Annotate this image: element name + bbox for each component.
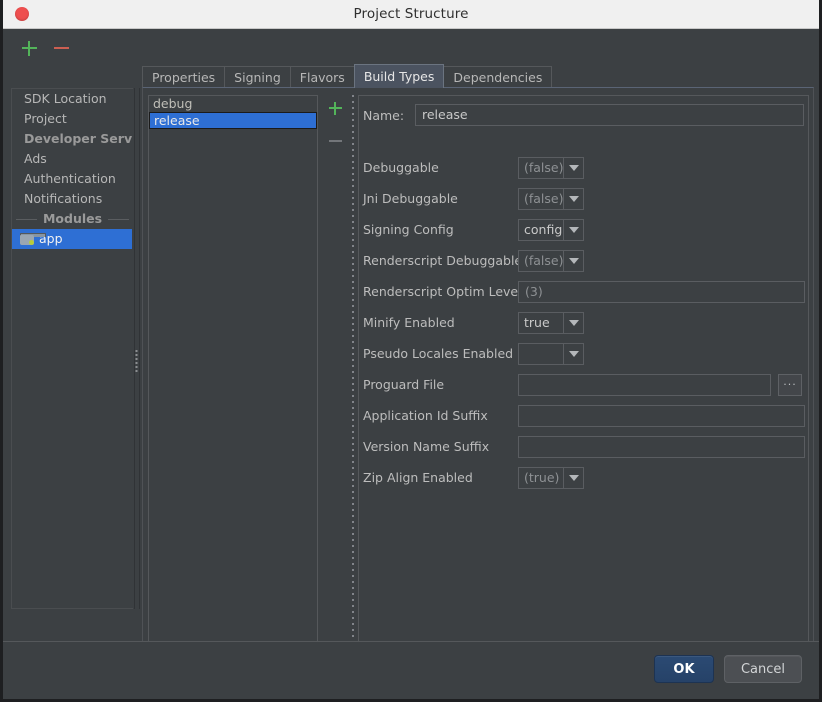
- chevron-down-icon[interactable]: [563, 466, 584, 489]
- field-label: Proguard File: [363, 377, 445, 392]
- window-title: Project Structure: [353, 6, 469, 22]
- version-name-suffix-input[interactable]: [518, 435, 805, 458]
- chevron-down-icon[interactable]: [563, 249, 584, 272]
- folder-icon: [20, 233, 46, 245]
- project-structure-dialog: Project Structure SDK Location Project D…: [0, 0, 822, 702]
- field-renderscript-debuggable: Renderscript Debuggable (false): [359, 245, 808, 276]
- plus-icon: [21, 40, 37, 56]
- panel-splitter[interactable]: [349, 95, 357, 643]
- name-label: Name:: [363, 107, 405, 123]
- sidebar-item-notifications[interactable]: Notifications: [12, 189, 133, 209]
- combo-value: (false): [518, 156, 563, 179]
- chevron-down-icon[interactable]: [563, 156, 584, 179]
- separator-line-left: [16, 218, 37, 220]
- build-type-form: Name: Debuggable (false) Jni Debug: [358, 95, 809, 643]
- field-version-name-suffix: Version Name Suffix: [359, 431, 808, 462]
- sidebar-item-sdk-location[interactable]: SDK Location: [12, 89, 133, 109]
- tab-flavors[interactable]: Flavors: [289, 66, 355, 88]
- list-item-release[interactable]: release: [149, 112, 317, 129]
- build-types-list-toolbar: [323, 98, 347, 151]
- separator-line-right: [108, 218, 130, 220]
- sidebar-item-project[interactable]: Project: [12, 109, 133, 129]
- ok-button[interactable]: OK: [653, 655, 714, 683]
- field-proguard-file: Proguard File ...: [359, 369, 808, 400]
- field-label: Signing Config: [363, 222, 454, 237]
- dialog-body: SDK Location Project Developer Servic...…: [3, 29, 819, 651]
- field-label: Version Name Suffix: [363, 439, 490, 454]
- chevron-down-icon[interactable]: [563, 187, 584, 210]
- minus-icon: [53, 46, 69, 50]
- jni-debuggable-combobox[interactable]: (false): [518, 187, 584, 210]
- tab-signing[interactable]: Signing: [224, 66, 291, 88]
- build-types-list[interactable]: debug release: [148, 95, 318, 643]
- minify-enabled-combobox[interactable]: true: [518, 311, 584, 334]
- field-label: Minify Enabled: [363, 315, 455, 330]
- titlebar: Project Structure: [3, 0, 819, 29]
- splitter-dots: [352, 95, 354, 643]
- combo-value: (false): [518, 187, 563, 210]
- add-module-button[interactable]: [19, 38, 39, 58]
- sidebar: SDK Location Project Developer Servic...…: [11, 88, 133, 609]
- field-label: Debuggable: [363, 160, 439, 175]
- minus-icon: [328, 139, 342, 143]
- sidebar-toolbar: [11, 35, 131, 61]
- remove-module-button[interactable]: [51, 38, 71, 58]
- add-build-type-button[interactable]: [325, 98, 345, 118]
- field-zip-align-enabled: Zip Align Enabled (true): [359, 462, 808, 493]
- sidebar-item-app[interactable]: app: [12, 229, 132, 249]
- name-input[interactable]: [415, 104, 804, 126]
- field-label: Jni Debuggable: [363, 191, 458, 206]
- combo-value: config: [518, 218, 563, 241]
- plus-icon: [328, 101, 342, 115]
- field-renderscript-optim-level: Renderscript Optim Level: [359, 276, 808, 307]
- field-signing-config: Signing Config config: [359, 214, 808, 245]
- application-id-suffix-input[interactable]: [518, 404, 805, 427]
- combo-value: [518, 342, 563, 365]
- sidebar-group-developer-services: Developer Servic...: [24, 131, 133, 146]
- combo-value: (true): [518, 466, 563, 489]
- field-debuggable: Debuggable (false): [359, 152, 808, 183]
- field-label: Pseudo Locales Enabled: [363, 346, 514, 361]
- renderscript-debuggable-combobox[interactable]: (false): [518, 249, 584, 272]
- sidebar-group-modules-label: Modules: [42, 211, 103, 226]
- list-item-debug[interactable]: debug: [149, 96, 317, 112]
- sidebar-group-modules: Modules: [12, 209, 133, 229]
- zip-align-enabled-combobox[interactable]: (true): [518, 466, 584, 489]
- combo-value: (false): [518, 249, 563, 272]
- chevron-down-icon[interactable]: [563, 311, 584, 334]
- field-label: Renderscript Optim Level: [363, 284, 522, 299]
- sidebar-item-app-label: app: [39, 231, 63, 246]
- sidebar-item-ads[interactable]: Ads: [12, 149, 133, 169]
- chevron-down-icon[interactable]: [563, 342, 584, 365]
- field-label: Renderscript Debuggable: [363, 253, 523, 268]
- build-types-panel: debug release Name: release Debuggable (…: [142, 87, 814, 651]
- tab-properties[interactable]: Properties: [142, 66, 226, 88]
- field-label: Zip Align Enabled: [363, 470, 473, 485]
- proguard-file-input[interactable]: [518, 373, 771, 396]
- field-minify-enabled: Minify Enabled true: [359, 307, 808, 338]
- field-list: Debuggable (false) Jni Debuggable (false…: [359, 152, 808, 493]
- combo-value: true: [518, 311, 563, 334]
- tab-bar: Properties Signing Flavors Build Types D…: [142, 64, 553, 88]
- signing-config-combobox[interactable]: config: [518, 218, 584, 241]
- tab-dependencies[interactable]: Dependencies: [443, 66, 553, 88]
- chevron-down-icon[interactable]: [563, 218, 584, 241]
- cancel-button[interactable]: Cancel: [723, 655, 802, 683]
- debuggable-combobox[interactable]: (false): [518, 156, 584, 179]
- field-label: Application Id Suffix: [363, 408, 488, 423]
- sidebar-splitter[interactable]: [133, 88, 141, 609]
- footer: OK Cancel: [3, 642, 819, 696]
- splitter-grip: [135, 350, 139, 372]
- proguard-file-browse-button[interactable]: ...: [778, 373, 802, 396]
- renderscript-optim-level-input[interactable]: [518, 280, 805, 303]
- field-application-id-suffix: Application Id Suffix: [359, 400, 808, 431]
- tab-build-types[interactable]: Build Types: [353, 64, 445, 88]
- pseudo-locales-enabled-combobox[interactable]: [518, 342, 584, 365]
- field-pseudo-locales-enabled: Pseudo Locales Enabled: [359, 338, 808, 369]
- sidebar-item-authentication[interactable]: Authentication: [12, 169, 133, 189]
- field-jni-debuggable: Jni Debuggable (false): [359, 183, 808, 214]
- close-circle-icon[interactable]: [15, 7, 29, 21]
- remove-build-type-button[interactable]: [325, 131, 345, 151]
- name-row: Name:: [363, 104, 808, 126]
